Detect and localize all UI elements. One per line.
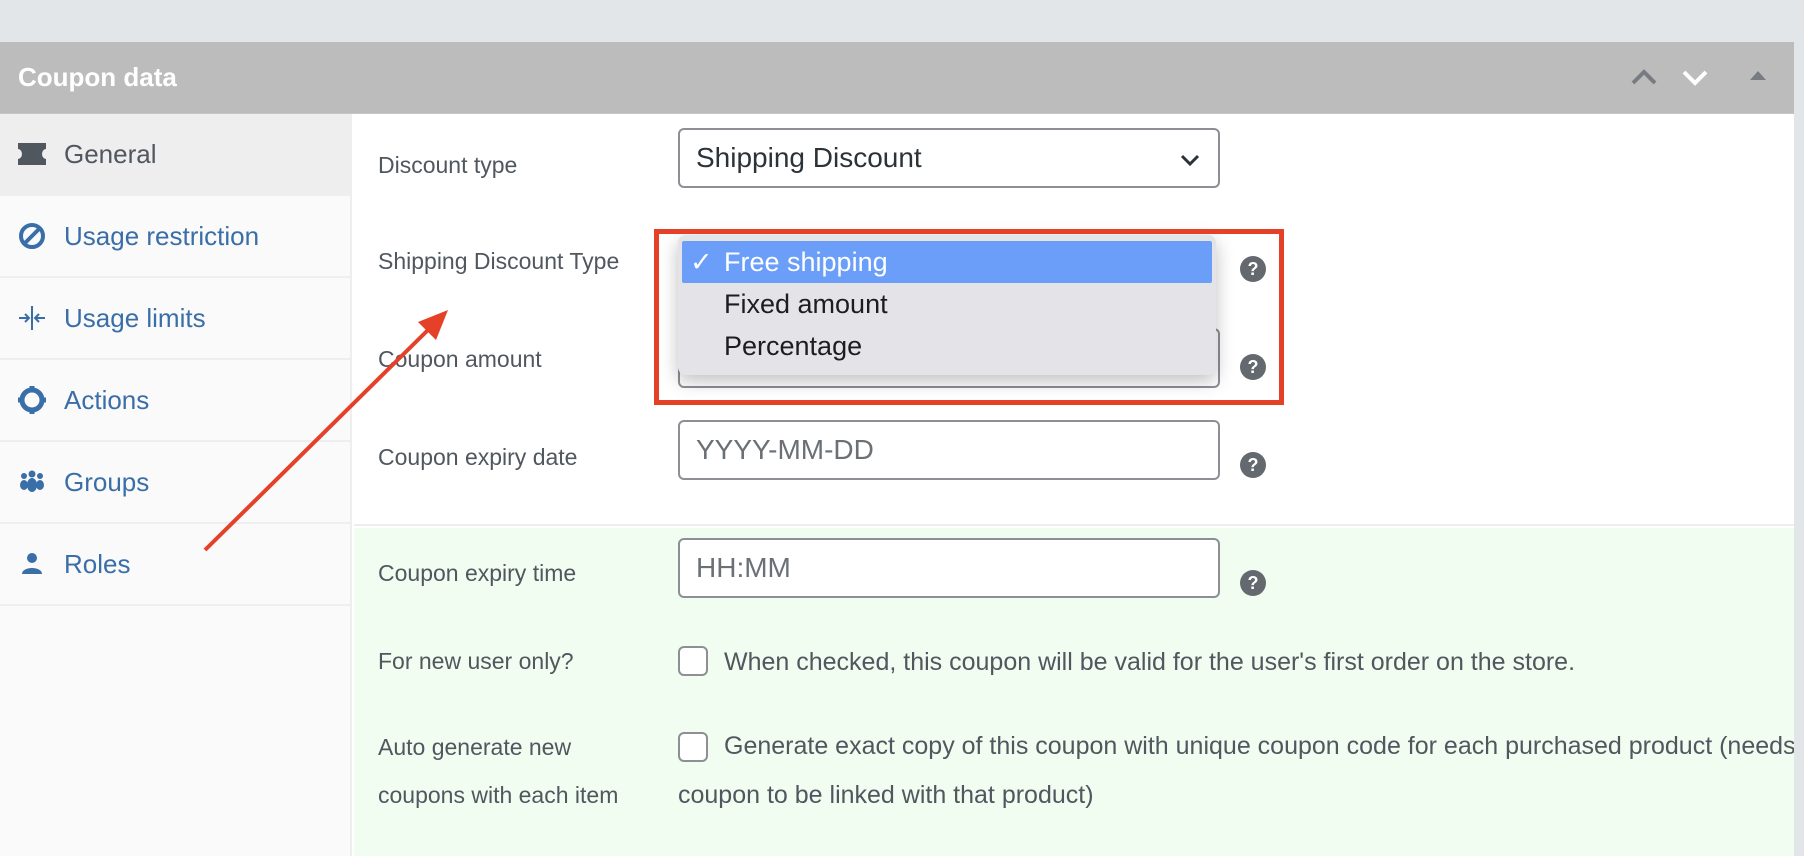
extra-fields: Coupon expiry time HH:MM ? For new user … [354, 528, 1804, 856]
help-icon[interactable]: ? [1240, 452, 1266, 478]
auto-generate-label-line1: Auto generate new [378, 734, 572, 760]
chevron-down-icon [1180, 154, 1200, 167]
tab-label: Roles [64, 548, 131, 579]
new-user-only-description: When checked, this coupon will be valid … [724, 648, 1576, 676]
expiry-date-placeholder: YYYY-MM-DD [696, 434, 874, 465]
expiry-time-input[interactable]: HH:MM [678, 538, 1220, 598]
tab-label: General [64, 138, 157, 169]
tab-usage-restriction[interactable]: Usage restriction [0, 196, 350, 278]
shipping-discount-type-label: Shipping Discount Type [378, 248, 620, 274]
discount-type-select[interactable]: Shipping Discount [678, 128, 1220, 188]
tab-roles[interactable]: Roles [0, 524, 350, 606]
coupon-data-panel: Coupon data General Usage restriction Us… [0, 42, 1804, 856]
general-panel: Discount type Shipping Discount Shipping… [354, 114, 1804, 856]
discount-type-value: Shipping Discount [696, 142, 922, 173]
option-fixed-amount[interactable]: Fixed amount [682, 283, 1212, 325]
coupon-tabs: General Usage restriction Usage limits A… [0, 114, 352, 856]
tab-general[interactable]: General [0, 114, 350, 196]
expiry-date-input[interactable]: YYYY-MM-DD [678, 420, 1220, 480]
tab-label: Usage restriction [64, 220, 260, 251]
groups-icon [0, 470, 64, 494]
tab-groups[interactable]: Groups [0, 442, 350, 524]
expiry-time-placeholder: HH:MM [696, 552, 791, 583]
auto-generate-description: Generate exact copy of this coupon with … [678, 732, 1804, 809]
panel-title: Coupon data [18, 62, 177, 92]
new-user-only-checkbox[interactable] [678, 646, 708, 676]
option-percentage[interactable]: Percentage [682, 325, 1212, 367]
arrows-collapse-icon [0, 304, 64, 332]
tab-label: Actions [64, 384, 150, 415]
expiry-time-label: Coupon expiry time [378, 560, 577, 586]
chevron-up-icon [1631, 69, 1657, 85]
panel-header: Coupon data [0, 42, 1794, 114]
coupon-amount-label: Coupon amount [378, 346, 542, 372]
page-scroll-edge [1794, 42, 1804, 856]
prohibited-icon [0, 222, 64, 250]
tab-usage-limits[interactable]: Usage limits [0, 278, 350, 360]
option-label: Free shipping [724, 246, 888, 277]
option-label: Percentage [724, 330, 863, 361]
new-user-only-label: For new user only? [378, 648, 574, 674]
tab-label: Groups [64, 466, 150, 497]
shipping-discount-type-dropdown[interactable]: ✓ Free shipping Fixed amount Percentage [678, 235, 1216, 375]
ticket-icon [0, 143, 64, 165]
checkmark-icon: ✓ [690, 246, 713, 277]
tab-label: Usage limits [64, 302, 206, 333]
move-down-button[interactable] [1677, 60, 1713, 96]
triangle-up-icon [1750, 71, 1766, 80]
discount-type-label: Discount type [378, 152, 518, 178]
auto-generate-label-line2: coupons with each item [378, 782, 619, 808]
option-free-shipping[interactable]: ✓ Free shipping [682, 241, 1212, 283]
tab-actions[interactable]: Actions [0, 360, 350, 442]
option-label: Fixed amount [724, 288, 888, 319]
expiry-date-label: Coupon expiry date [378, 444, 578, 470]
help-icon[interactable]: ? [1240, 256, 1266, 282]
help-icon[interactable]: ? [1240, 354, 1266, 380]
chevron-down-icon [1682, 70, 1708, 86]
gear-icon [0, 385, 64, 415]
help-icon[interactable]: ? [1240, 570, 1266, 596]
person-icon [0, 552, 64, 576]
move-up-button[interactable] [1626, 60, 1662, 96]
toggle-panel-button[interactable] [1740, 60, 1776, 96]
